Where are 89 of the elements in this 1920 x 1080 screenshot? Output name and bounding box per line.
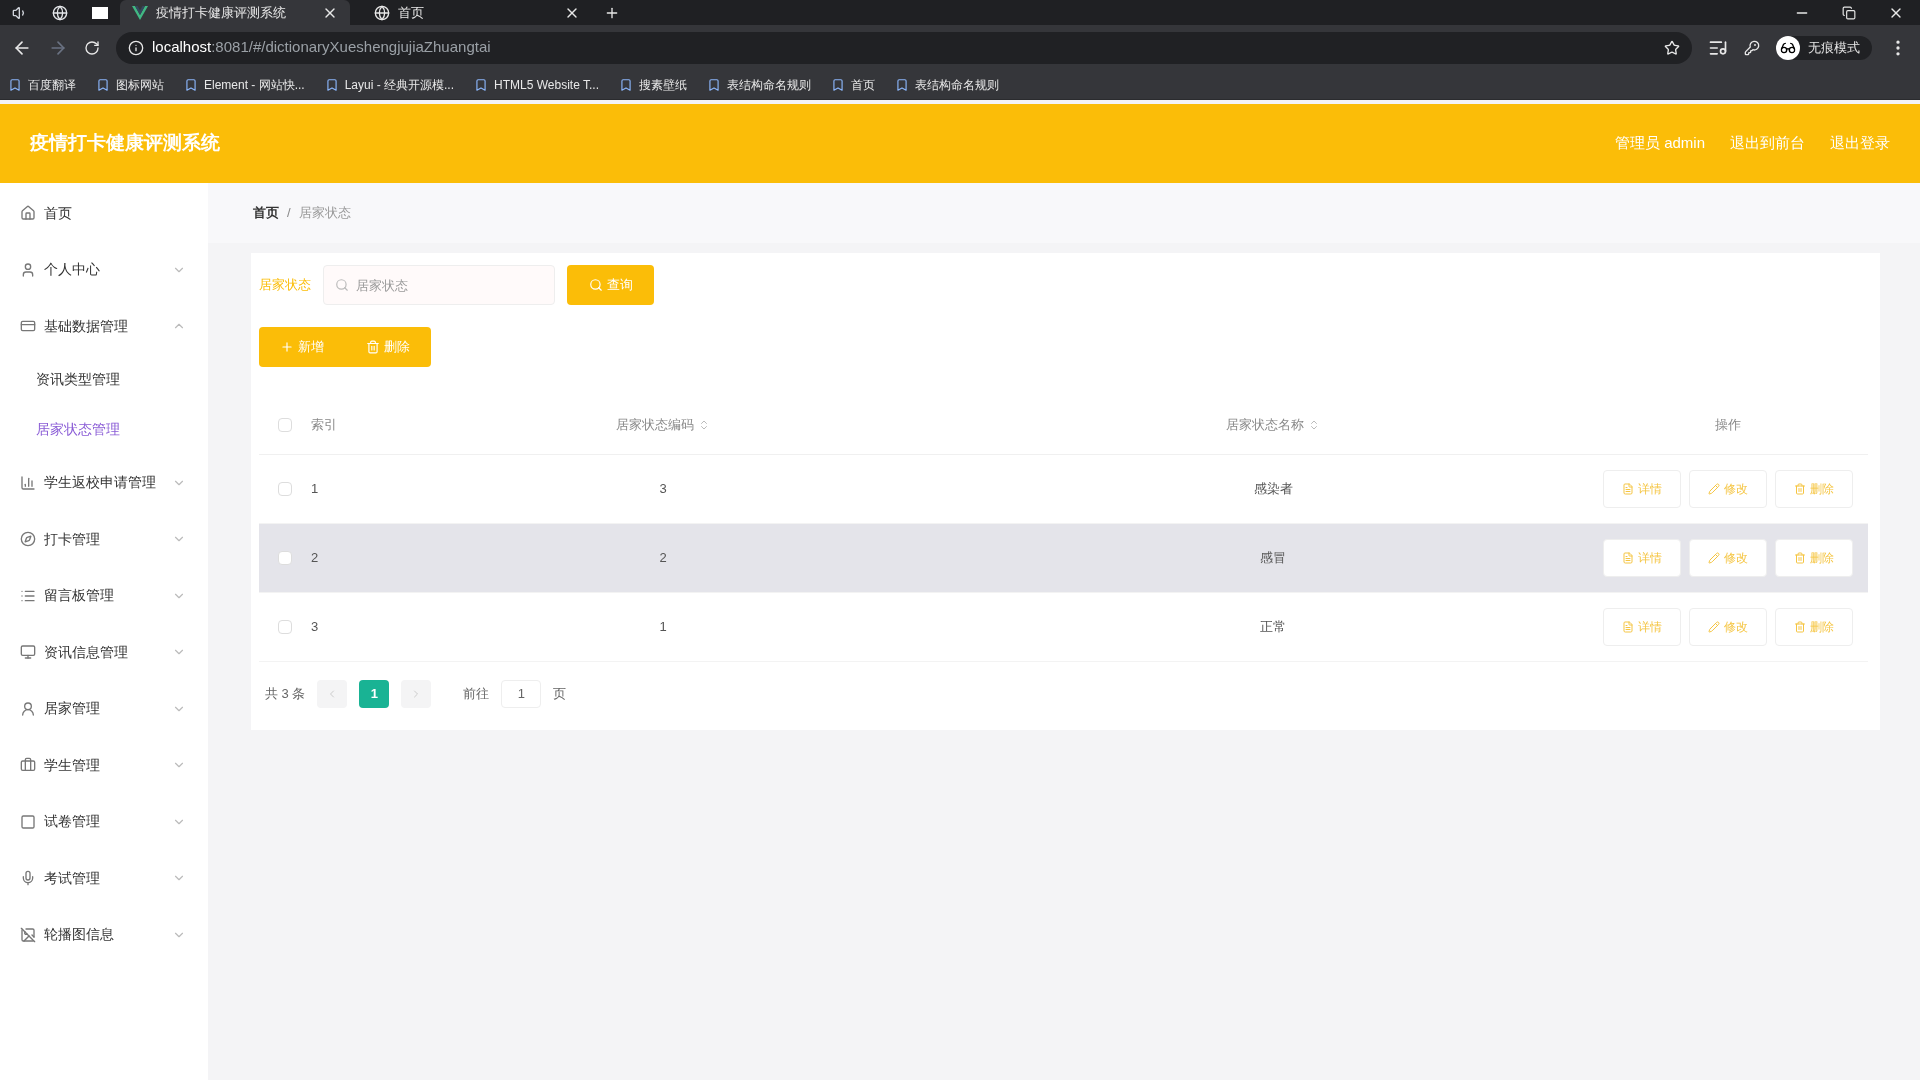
bookmark-item[interactable]: Layui - 经典开源模... [324, 75, 455, 94]
select-all-checkbox[interactable] [278, 417, 292, 432]
action-icon [1708, 483, 1720, 495]
table-row[interactable]: 2 2 感冒 详情 修改 删除 [259, 524, 1868, 593]
table-cell-text: 3 [659, 480, 667, 499]
table-cell-text: 1 [659, 618, 667, 637]
bookmark-icon [895, 77, 909, 92]
action-icon [1794, 552, 1806, 564]
browser-tab[interactable]: 首页 [362, 0, 592, 25]
row-checkbox[interactable] [278, 620, 292, 634]
sidebar-item[interactable]: 学生管理 [0, 737, 208, 794]
table-cell-text: 正常 [1260, 618, 1286, 637]
search-icon [335, 278, 349, 292]
page-input[interactable]: 1 [501, 680, 542, 708]
goto-label: 前往 [463, 685, 490, 704]
action-icon [1622, 552, 1634, 564]
browser-tab[interactable]: 疫情打卡健康评测系统 [120, 0, 350, 25]
column-header: 操作 [1715, 415, 1741, 434]
action-icon [1794, 483, 1806, 495]
window-icon[interactable] [92, 6, 108, 19]
sidebar-item[interactable]: 考试管理 [0, 850, 208, 907]
sidebar-item[interactable]: 留言板管理 [0, 567, 208, 624]
bookmark-icon [619, 77, 633, 92]
table-cell-text: 2 [311, 549, 319, 568]
bookmark-item[interactable]: Element - 网站快... [184, 75, 305, 94]
sidebar-subitem[interactable]: 资讯类型管理 [0, 354, 208, 405]
bookmark-icon [96, 77, 110, 92]
bookmark-star-icon[interactable] [1664, 39, 1680, 56]
sidebar-subitem[interactable]: 居家状态管理 [0, 404, 208, 455]
table-cell-text: 2 [659, 549, 667, 568]
sidebar-item[interactable]: 个人中心 [0, 241, 208, 298]
action-icon [1794, 621, 1806, 633]
column-header[interactable]: 居家状态编码 [616, 414, 694, 435]
reload-icon[interactable] [84, 39, 100, 56]
row-checkbox[interactable] [278, 551, 292, 565]
address-bar[interactable]: localhost:8081/#/dictionaryXueshengjujiaZhuangtai [116, 31, 1692, 64]
key-icon[interactable] [1744, 39, 1760, 56]
action-icon [1622, 621, 1634, 633]
sidebar-item[interactable]: 打卡管理 [0, 511, 208, 568]
url-text: localhost:8081/#/dictionaryXueshengjujiaZhuangtai [152, 37, 492, 58]
breadcrumb-separator: / [287, 204, 291, 223]
bookmark-item[interactable]: 百度翻译 [8, 75, 76, 94]
row-checkbox[interactable] [278, 482, 292, 496]
sidebar-item[interactable]: 试卷管理 [0, 793, 208, 850]
bookmark-item[interactable]: 表结构命名规则 [707, 75, 811, 94]
column-header: 索引 [311, 415, 337, 434]
globe-icon[interactable] [52, 4, 68, 21]
restore-icon[interactable] [1842, 5, 1856, 20]
sidebar-item[interactable]: 轮播图信息 [0, 906, 208, 963]
search-field[interactable]: 居家状态 [323, 265, 555, 305]
bookmark-item[interactable]: 搜素壁纸 [619, 75, 687, 94]
incognito-icon [1776, 35, 1800, 60]
profile-chip[interactable]: 无痕模式 [1776, 35, 1872, 60]
table-cell-text: 感染者 [1253, 480, 1293, 499]
bookmark-icon [324, 77, 339, 92]
table-cell-text: 1 [311, 480, 319, 499]
bookmark-icon [184, 77, 198, 92]
tab-title: 首页 [398, 3, 425, 22]
globe-icon [374, 4, 390, 21]
bookmark-icon [8, 77, 22, 92]
trash-icon [366, 340, 380, 354]
sidebar-item[interactable]: 首页 [0, 185, 208, 242]
bookmark-icon [707, 77, 721, 92]
sidebar-item[interactable]: 基础数据管理 [0, 298, 208, 355]
bookmark-item[interactable]: 图标网站 [96, 75, 164, 94]
info-icon [128, 39, 144, 56]
bookmark-item[interactable]: 表结构命名规则 [895, 75, 999, 94]
sidebar-item[interactable]: 学生返校申请管理 [0, 454, 208, 511]
bookmark-icon [831, 77, 845, 92]
v-logo-icon [132, 5, 148, 20]
table-cell-text: 3 [311, 618, 319, 637]
search-label: 居家状态 [259, 276, 311, 295]
action-icon [1708, 552, 1720, 564]
tab-title: 疫情打卡健康评测系统 [156, 3, 287, 22]
action-icon [1708, 621, 1720, 633]
search-icon [588, 278, 603, 292]
page-suffix: 页 [553, 685, 567, 704]
breadcrumb-link[interactable]: 首页 [253, 203, 279, 223]
action-icon [1622, 483, 1634, 495]
bookmark-icon [474, 77, 489, 92]
total-count: 共 3 条 [265, 685, 306, 704]
bookmark-item[interactable]: 首页 [831, 75, 875, 94]
plus-icon [280, 340, 294, 354]
table-cell-text: 感冒 [1260, 549, 1286, 568]
sidebar-item[interactable]: 居家管理 [0, 680, 208, 737]
app-title: 疫情打卡健康评测系统 [30, 131, 220, 156]
sidebar-item[interactable]: 资讯信息管理 [0, 624, 208, 681]
column-header[interactable]: 居家状态名称 [1226, 414, 1304, 435]
bookmark-item[interactable]: HTML5 Website T... [474, 75, 599, 94]
